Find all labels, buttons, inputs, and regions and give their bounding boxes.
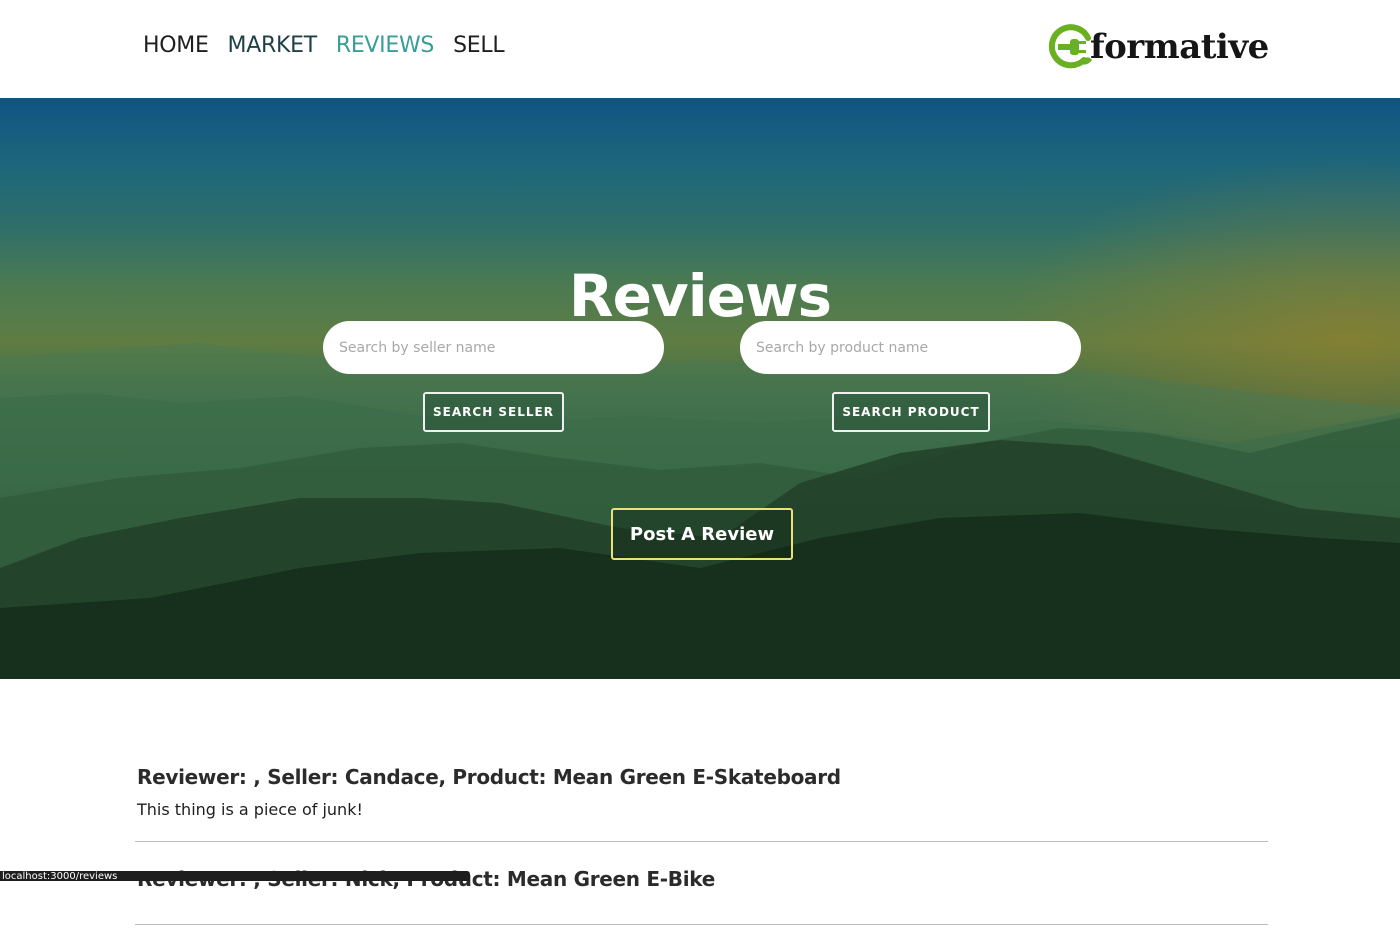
logo[interactable]: formative [1048, 24, 1269, 70]
post-review-button[interactable]: Post A Review [611, 508, 793, 560]
browser-status-bar: localhost:3000/reviews [0, 871, 470, 881]
nav-links: HOME MARKET REVIEWS SELL [143, 33, 505, 58]
review-heading: Reviewer: , Seller: Candace, Product: Me… [137, 765, 841, 789]
search-seller-button[interactable]: SEARCH SELLER [423, 392, 564, 432]
reviews-list: Reviewer: , Seller: Candace, Product: Me… [135, 760, 1268, 945]
page-title: Reviews [568, 261, 832, 330]
search-product-button[interactable]: SEARCH PRODUCT [832, 392, 990, 432]
plug-leaf-e-icon [1048, 24, 1092, 69]
nav-link-home[interactable]: HOME [143, 33, 209, 58]
review-item: Reviewer: , Seller: Candace, Product: Me… [135, 760, 1268, 842]
nav-link-sell[interactable]: SELL [453, 33, 504, 58]
mountain-landscape-background [0, 343, 1400, 679]
review-body: This thing is a piece of junk! [137, 800, 363, 819]
product-search-input[interactable] [740, 321, 1081, 374]
seller-search-input[interactable] [323, 321, 664, 374]
nav-link-reviews[interactable]: REVIEWS [336, 33, 435, 58]
hero-banner: Reviews SEARCH SELLER SEARCH PRODUCT Pos… [0, 98, 1400, 679]
logo-text: formative [1090, 27, 1269, 67]
nav-link-market[interactable]: MARKET [228, 33, 318, 58]
navbar: HOME MARKET REVIEWS SELL formative [0, 0, 1400, 98]
